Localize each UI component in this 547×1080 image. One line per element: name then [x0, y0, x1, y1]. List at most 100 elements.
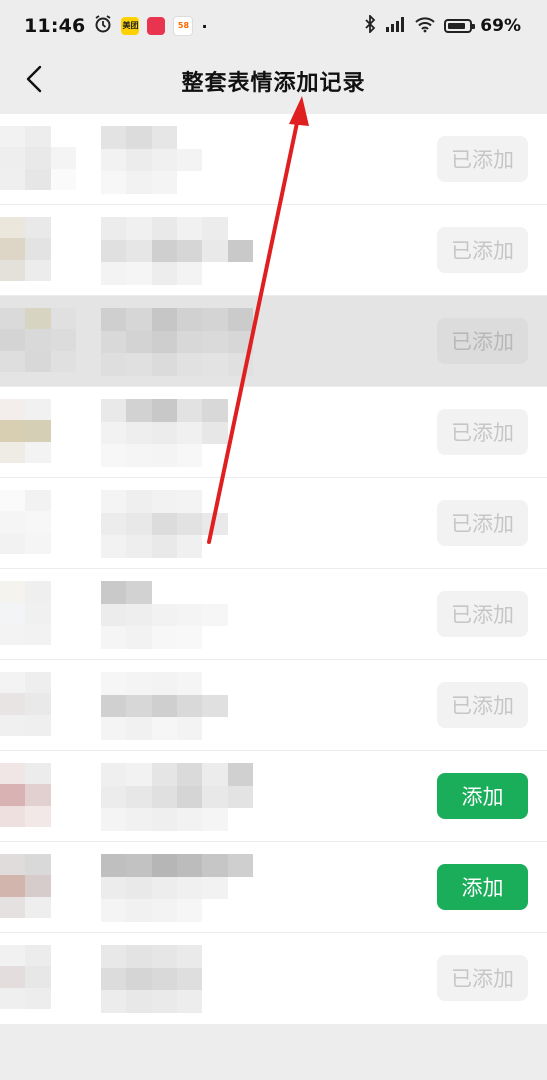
added-button[interactable]: 已添加 — [437, 318, 528, 364]
sticker-pack-thumbnail — [0, 854, 76, 918]
added-button[interactable]: 已添加 — [437, 591, 528, 637]
thumbnail-pixel — [0, 329, 26, 351]
mosaic-pixel — [101, 217, 127, 240]
mosaic-pixel — [202, 763, 228, 786]
mosaic-pixel — [151, 808, 177, 831]
mosaic-pixel — [227, 171, 253, 194]
back-button[interactable] — [14, 58, 54, 104]
thumbnail-pixel — [50, 238, 76, 260]
mosaic-pixel — [101, 126, 127, 149]
mosaic-pixel — [227, 899, 253, 922]
added-button[interactable]: 已添加 — [437, 227, 528, 273]
thumbnail-pixel — [25, 350, 51, 372]
mosaic-pixel — [126, 876, 152, 900]
list-item[interactable]: 添加 — [0, 751, 547, 842]
list-item[interactable]: 已添加 — [0, 933, 547, 1024]
sticker-pack-thumbnail — [0, 945, 76, 1009]
thumbnail-pixel — [0, 945, 26, 967]
mosaic-pixel — [101, 535, 127, 558]
thumbnail-pixel — [50, 126, 76, 148]
mosaic-pixel — [177, 717, 203, 740]
thumbnail-pixel — [50, 784, 76, 806]
mosaic-pixel — [151, 490, 177, 513]
sticker-pack-thumbnail — [0, 763, 76, 827]
mosaic-pixel — [101, 694, 127, 718]
list-item[interactable]: 添加 — [0, 842, 547, 933]
thumbnail-pixel — [0, 875, 26, 897]
mosaic-pixel — [177, 672, 203, 695]
mosaic-pixel — [126, 239, 152, 263]
list-item[interactable]: 已添加 — [0, 660, 547, 751]
thumbnail-pixel — [0, 714, 26, 736]
thumbnail-pixel — [0, 168, 26, 190]
mosaic-pixel — [227, 717, 253, 740]
list-item[interactable]: 已添加 — [0, 387, 547, 478]
added-button[interactable]: 已添加 — [437, 136, 528, 182]
mosaic-pixel — [202, 899, 228, 922]
mosaic-pixel — [101, 672, 127, 695]
thumbnail-pixel — [25, 784, 51, 806]
thumbnail-pixel — [50, 805, 76, 827]
list-item[interactable]: 已添加 — [0, 296, 547, 387]
added-button[interactable]: 已添加 — [437, 409, 528, 455]
mosaic-pixel — [101, 581, 127, 604]
list-item[interactable]: 已添加 — [0, 114, 547, 205]
mosaic-pixel — [227, 876, 253, 900]
mosaic-pixel — [202, 854, 228, 877]
mosaic-pixel — [151, 899, 177, 922]
sticker-pack-thumbnail — [0, 581, 76, 645]
sticker-pack-name-mosaic — [101, 308, 253, 376]
mosaic-pixel — [177, 262, 203, 285]
thumbnail-pixel — [50, 168, 76, 190]
mosaic-pixel — [177, 330, 203, 354]
mosaic-pixel — [227, 535, 253, 558]
added-button[interactable]: 已添加 — [437, 682, 528, 728]
list-item[interactable]: 已添加 — [0, 205, 547, 296]
thumbnail-pixel — [50, 399, 76, 421]
thumbnail-pixel — [25, 805, 51, 827]
list-item[interactable]: 已添加 — [0, 478, 547, 569]
thumbnail-pixel — [50, 945, 76, 967]
sticker-pack-thumbnail — [0, 126, 76, 190]
mosaic-pixel — [101, 239, 127, 263]
add-button[interactable]: 添加 — [437, 864, 528, 910]
battery-percent: 69% — [480, 16, 521, 36]
mosaic-pixel — [151, 308, 177, 331]
thumbnail-pixel — [50, 147, 76, 169]
cellular-signal-icon — [384, 15, 406, 38]
added-button[interactable]: 已添加 — [437, 500, 528, 546]
sticker-record-list: 已添加 已添加 已添加 已添加 已添加 已添加 已添加 添加 添加 已添加 — [0, 114, 547, 1024]
sticker-pack-name-mosaic — [101, 490, 253, 558]
list-item[interactable]: 已添加 — [0, 569, 547, 660]
bluetooth-icon — [364, 13, 376, 38]
mosaic-pixel — [177, 126, 203, 149]
thumbnail-pixel — [25, 511, 51, 533]
mosaic-pixel — [101, 308, 127, 331]
mosaic-pixel — [101, 899, 127, 922]
mosaic-pixel — [202, 876, 228, 900]
mosaic-pixel — [202, 945, 228, 968]
thumbnail-pixel — [0, 126, 26, 148]
status-left: 11:46 美团 58 · — [24, 14, 208, 38]
add-button[interactable]: 添加 — [437, 773, 528, 819]
mosaic-pixel — [177, 353, 203, 376]
mosaic-pixel — [177, 899, 203, 922]
mosaic-pixel — [202, 717, 228, 740]
mosaic-pixel — [177, 239, 203, 263]
thumbnail-pixel — [0, 308, 26, 330]
mosaic-pixel — [126, 717, 152, 740]
thumbnail-pixel — [25, 966, 51, 988]
thumbnail-pixel — [50, 693, 76, 715]
mosaic-pixel — [177, 171, 203, 194]
mosaic-pixel — [126, 581, 152, 604]
mosaic-pixel — [151, 581, 177, 604]
mosaic-pixel — [227, 399, 253, 422]
mosaic-pixel — [126, 808, 152, 831]
mosaic-pixel — [227, 581, 253, 604]
mosaic-pixel — [101, 603, 127, 627]
mosaic-pixel — [101, 808, 127, 831]
mosaic-pixel — [151, 217, 177, 240]
thumbnail-pixel — [0, 420, 26, 442]
thumbnail-pixel — [50, 896, 76, 918]
added-button[interactable]: 已添加 — [437, 955, 528, 1001]
